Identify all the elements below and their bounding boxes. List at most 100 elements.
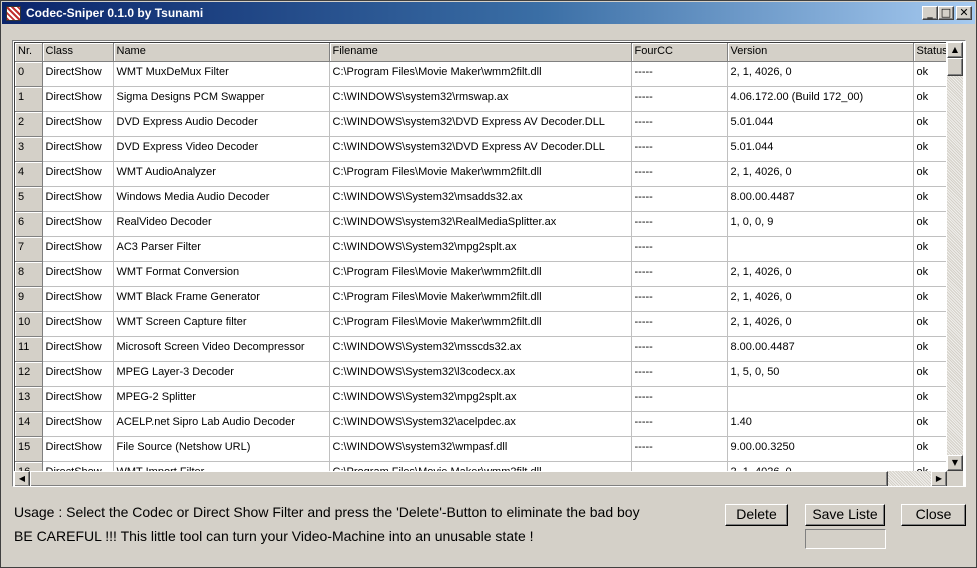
- cell-filename: C:\WINDOWS\System32\l3codecx.ax: [329, 361, 632, 387]
- cell-version: 1, 5, 0, 50: [727, 361, 914, 387]
- cell-class: DirectShow: [42, 136, 114, 162]
- cell-class: DirectShow: [42, 411, 114, 437]
- horizontal-scroll-thumb[interactable]: [30, 471, 888, 486]
- column-header-fourcc[interactable]: FourCC: [631, 43, 728, 62]
- cell-name: ACELP.net Sipro Lab Audio Decoder: [113, 411, 330, 437]
- cell-status: ok: [913, 211, 946, 237]
- cell-filename: C:\Program Files\Movie Maker\wmm2filt.dl…: [329, 61, 632, 87]
- cell-name: WMT AudioAnalyzer: [113, 161, 330, 187]
- cell-name: AC3 Parser Filter: [113, 236, 330, 262]
- table-row[interactable]: 16DirectShowWMT Import FilterC:\Program …: [15, 461, 946, 471]
- cell-status: ok: [913, 111, 946, 137]
- cell-version: 5.01.044: [727, 136, 914, 162]
- cell-fourcc: -----: [631, 336, 728, 362]
- cell-name: MPEG Layer-3 Decoder: [113, 361, 330, 387]
- table-row[interactable]: 3 DirectShow DVD Express Video Decoder C:\W…: [15, 136, 946, 162]
- table-row[interactable]: 7 DirectShow AC3 Parser Filter C:\WINDOWS\S…: [15, 236, 946, 262]
- cell-version: 2, 1, 4026, 0: [727, 261, 914, 287]
- maximize-button[interactable]: □: [938, 6, 954, 20]
- cell-nr: 14: [15, 411, 43, 437]
- table-row[interactable]: 13 DirectShow MPEG-2 Splitter C:\WINDOWS\Sy…: [15, 386, 946, 412]
- cell-version: 1, 0, 0, 9: [727, 211, 914, 237]
- cell-status: ok: [913, 436, 946, 462]
- cell-fourcc: -----: [631, 86, 728, 112]
- table-row[interactable]: 14 DirectShow ACELP.net Sipro Lab Audio De…: [15, 411, 946, 437]
- cell-nr: 0: [15, 61, 43, 87]
- cell-fourcc: -----: [631, 111, 728, 137]
- cell-filename: C:\Program Files\Movie Maker\wmm2filt.dl…: [329, 461, 632, 471]
- cell-status: ok: [913, 311, 946, 337]
- cell-filename: C:\Program Files\Movie Maker\wmm2filt.dl…: [329, 311, 632, 337]
- table-row[interactable]: 10 DirectShow WMT Screen Capture filter C:\…: [15, 311, 946, 337]
- table-row[interactable]: 5 DirectShow Windows Media Audio Decoder C:…: [15, 186, 946, 212]
- cell-version: 1.40: [727, 411, 914, 437]
- cell-status: ok: [913, 86, 946, 112]
- grid-viewport: Nr. Class Name Filename FourCC Version Status …: [14, 42, 946, 471]
- cell-filename: C:\WINDOWS\system32\DVD Express AV Decod…: [329, 136, 632, 162]
- table-row[interactable]: 4 DirectShow WMT AudioAnalyzer C:\Program F…: [15, 161, 946, 187]
- scroll-up-button[interactable]: ▲: [947, 42, 963, 58]
- cell-fourcc: -----: [631, 386, 728, 412]
- save-list-button[interactable]: Save Liste: [805, 504, 885, 526]
- vertical-scroll-thumb[interactable]: [947, 58, 963, 76]
- cell-fourcc: -----: [631, 136, 728, 162]
- app-icon[interactable]: [6, 6, 21, 21]
- scroll-down-button[interactable]: ▼: [947, 455, 963, 471]
- close-button[interactable]: Close: [901, 504, 966, 526]
- cell-fourcc: -----: [631, 261, 728, 287]
- cell-version: 2, 1, 4026, 0: [727, 311, 914, 337]
- table-row[interactable]: 12 DirectShow MPEG Layer-3 Decoder C:\WINDO…: [15, 361, 946, 387]
- cell-fourcc: -----: [631, 311, 728, 337]
- table-row[interactable]: 9 DirectShow WMT Black Frame Generator C:\P…: [15, 286, 946, 312]
- column-header-class[interactable]: Class: [42, 43, 114, 62]
- scroll-left-button[interactable]: ◀: [14, 471, 30, 486]
- minimize-button[interactable]: _: [922, 6, 938, 20]
- cell-status: ok: [913, 186, 946, 212]
- table-row[interactable]: 2 DirectShow DVD Express Audio Decoder C:\W…: [15, 111, 946, 137]
- cell-nr: 4: [15, 161, 43, 187]
- cell-name: MPEG-2 Splitter: [113, 386, 330, 412]
- column-header-status[interactable]: Status: [913, 43, 946, 62]
- column-header-version[interactable]: Version: [727, 43, 914, 62]
- scroll-right-button[interactable]: ▶: [931, 471, 947, 486]
- table-row[interactable]: 0 DirectShow WMT MuxDeMux Filter C:\Program…: [15, 61, 946, 87]
- cell-fourcc: -----: [631, 236, 728, 262]
- cell-version: 8.00.00.4487: [727, 186, 914, 212]
- horizontal-scrollbar[interactable]: ◀ ▶: [14, 471, 947, 486]
- table-row[interactable]: 8 DirectShow WMT Format Conversion C:\Progr…: [15, 261, 946, 287]
- column-header-nr[interactable]: Nr.: [15, 43, 43, 62]
- cell-status: ok: [913, 461, 946, 471]
- window-title: Codec-Sniper 0.1.0 by Tsunami: [26, 6, 204, 20]
- cell-class: DirectShow: [42, 186, 114, 212]
- delete-button[interactable]: Delete: [725, 504, 788, 526]
- cell-filename: C:\WINDOWS\System32\mpg2splt.ax: [329, 386, 632, 412]
- table-header-row: Nr. Class Name Filename FourCC Version Status: [15, 43, 946, 62]
- close-window-button[interactable]: ✕: [956, 6, 972, 20]
- column-header-name[interactable]: Name: [113, 43, 330, 62]
- cell-status: ok: [913, 136, 946, 162]
- cell-filename: C:\WINDOWS\System32\acelpdec.ax: [329, 411, 632, 437]
- cell-class: DirectShow: [42, 236, 114, 262]
- cell-class: DirectShow: [42, 86, 114, 112]
- table-row[interactable]: 15 DirectShow File Source (Netshow URL) C:\…: [15, 436, 946, 462]
- table-row[interactable]: 11 DirectShow Microsoft Screen Video Decom…: [15, 336, 946, 362]
- cell-nr: 11: [15, 336, 43, 362]
- cell-nr: 8: [15, 261, 43, 287]
- cell-status: ok: [913, 161, 946, 187]
- table-row[interactable]: 1 DirectShow Sigma Designs PCM Swapper C:\W…: [15, 86, 946, 112]
- title-bar[interactable]: Codec-Sniper 0.1.0 by Tsunami _ □ ✕: [2, 2, 975, 24]
- vertical-scrollbar[interactable]: ▲ ▼: [947, 42, 963, 471]
- cell-class: DirectShow: [42, 311, 114, 337]
- table-row[interactable]: 6 DirectShow RealVideo Decoder C:\WINDOWS\s…: [15, 211, 946, 237]
- cell-nr: 2: [15, 111, 43, 137]
- cell-name: RealVideo Decoder: [113, 211, 330, 237]
- cell-nr: 7: [15, 236, 43, 262]
- cell-status: ok: [913, 411, 946, 437]
- cell-filename: C:\WINDOWS\system32\wmpasf.dll: [329, 436, 632, 462]
- app-window: Codec-Sniper 0.1.0 by Tsunami _ □ ✕ Nr. C…: [0, 0, 977, 568]
- cell-class: DirectShow: [42, 161, 114, 187]
- cell-version: 4.06.172.00 (Build 172_00): [727, 86, 914, 112]
- cell-name: File Source (Netshow URL): [113, 436, 330, 462]
- column-header-filename[interactable]: Filename: [329, 43, 632, 62]
- cell-filename: C:\WINDOWS\system32\DVD Express AV Decod…: [329, 111, 632, 137]
